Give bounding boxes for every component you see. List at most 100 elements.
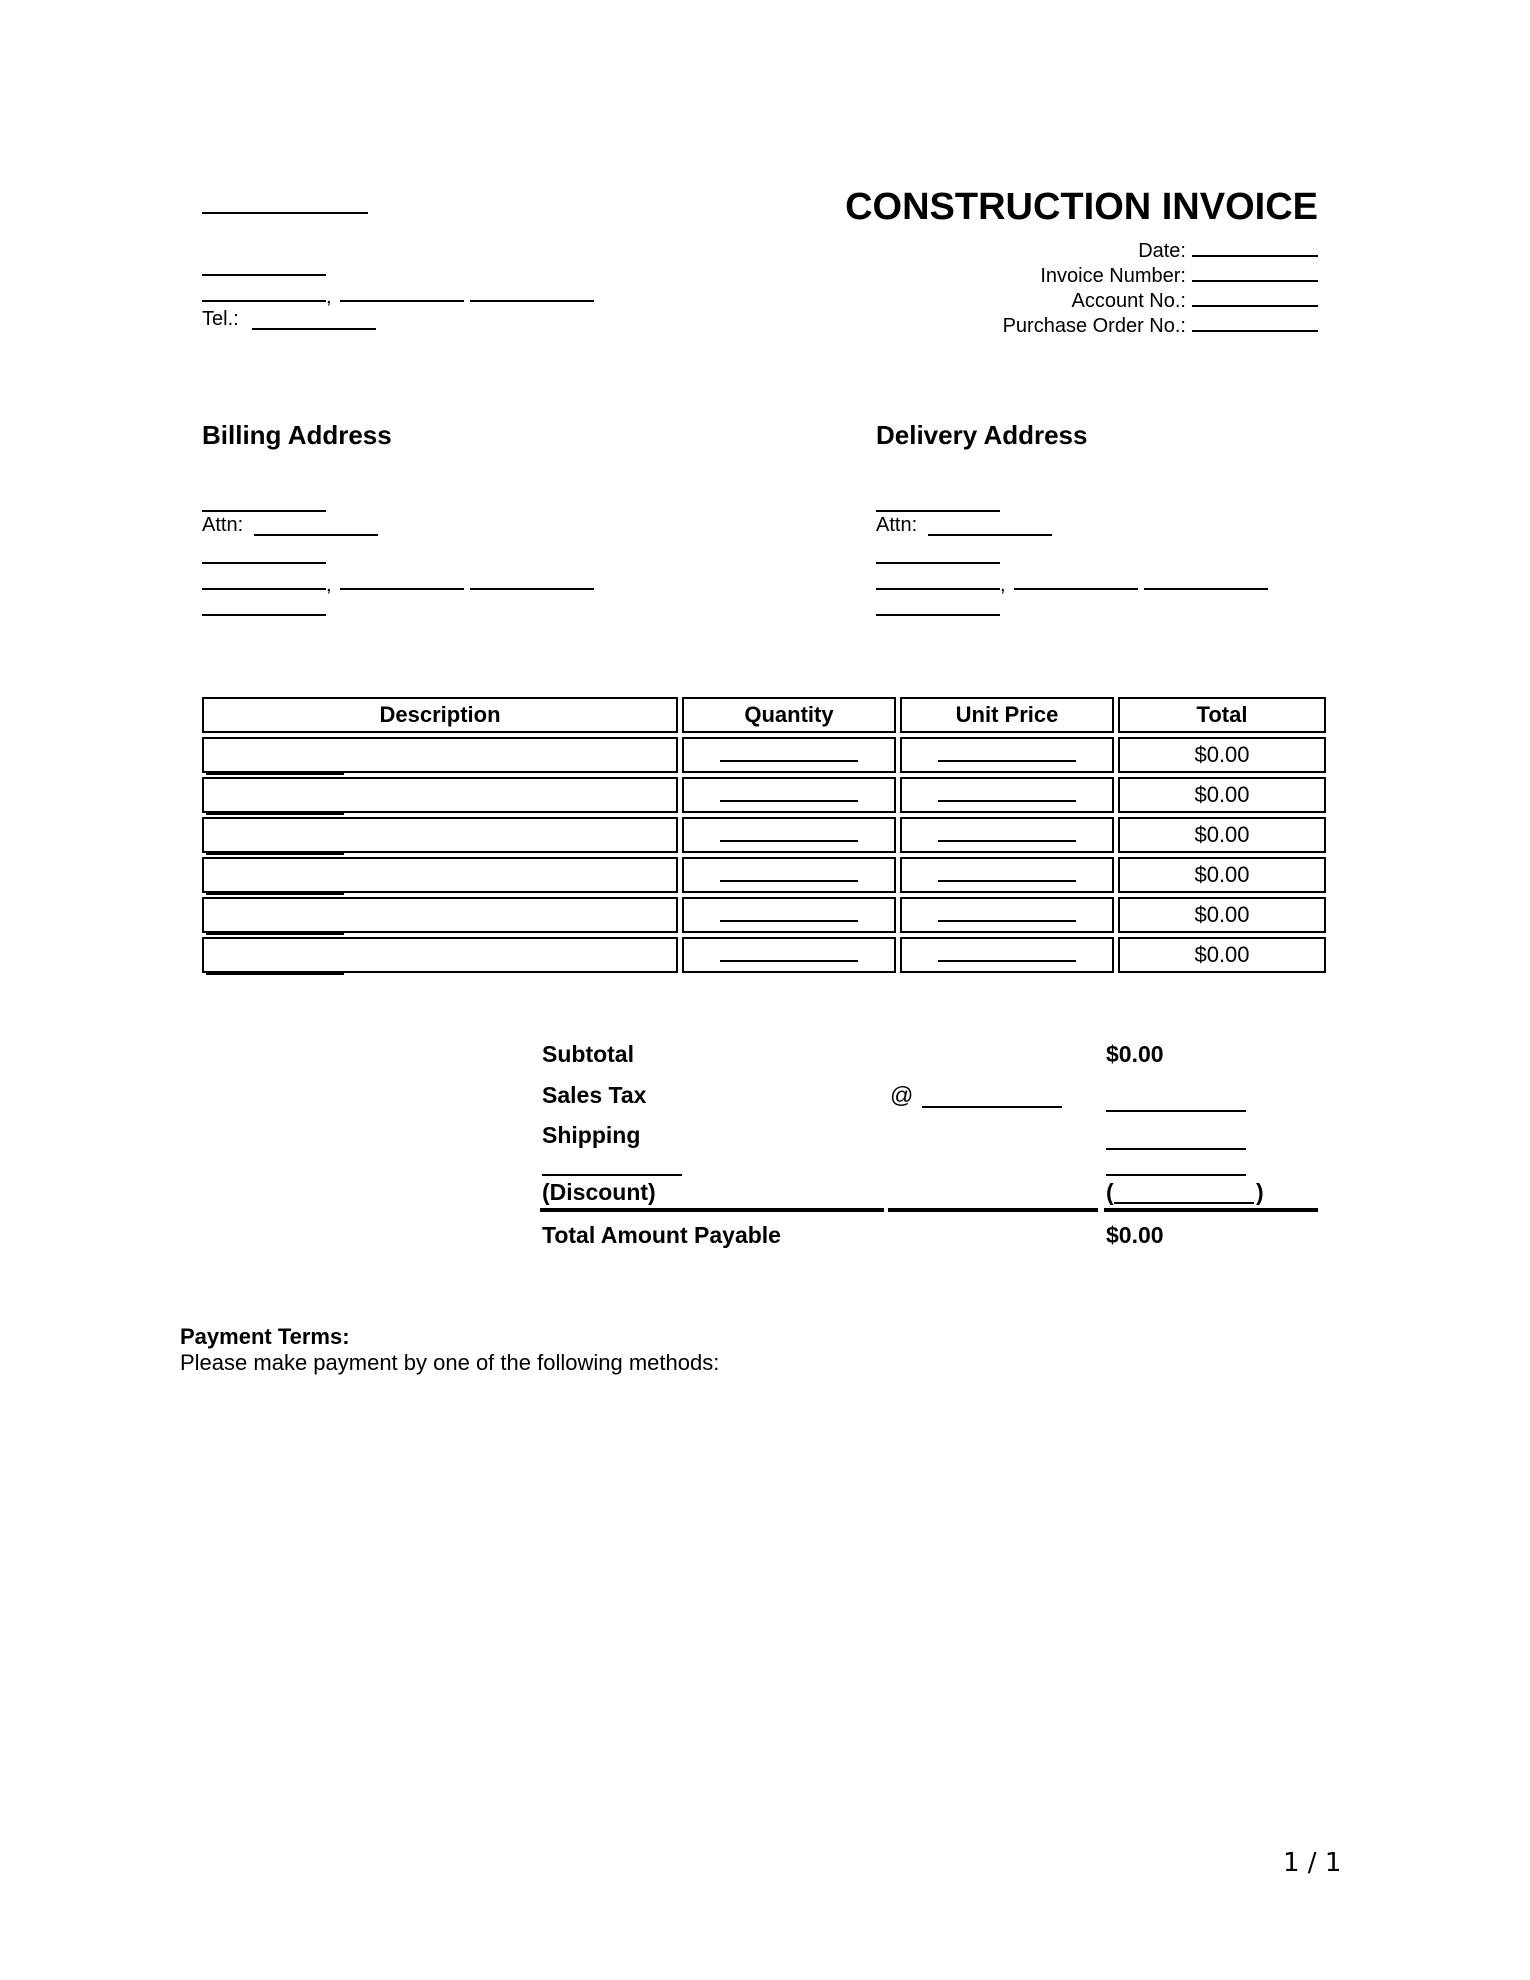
description-input-line[interactable] — [206, 973, 344, 975]
unit-price-input-line[interactable] — [938, 840, 1076, 842]
sales-tax-rate-field[interactable] — [922, 1106, 1062, 1108]
table-row: $0.00 — [202, 937, 1326, 975]
unit-price-input-line[interactable] — [938, 800, 1076, 802]
description-input-line[interactable] — [206, 853, 344, 855]
account-number-row: Account No.: — [1071, 290, 1318, 312]
total-amount-label: Total Amount Payable — [542, 1222, 781, 1248]
header-description: Description — [202, 697, 678, 733]
shipping-amount-field[interactable] — [1106, 1148, 1246, 1150]
page-indicator: 1 / 1 — [1283, 1848, 1342, 1878]
total-cell: $0.00 — [1118, 777, 1326, 813]
street-address-field[interactable] — [202, 274, 326, 276]
state-field[interactable] — [340, 300, 464, 302]
quantity-input-line[interactable] — [720, 880, 858, 882]
invoice-title: CONSTRUCTION INVOICE — [845, 186, 1318, 228]
unit-price-cell[interactable] — [900, 737, 1114, 773]
billing-street-field[interactable] — [202, 562, 326, 564]
billing-city-field[interactable] — [202, 588, 326, 590]
unit-price-cell[interactable] — [900, 857, 1114, 893]
quantity-input-line[interactable] — [720, 760, 858, 762]
delivery-address-heading: Delivery Address — [876, 420, 1088, 450]
quantity-cell[interactable] — [682, 737, 896, 773]
quantity-cell[interactable] — [682, 937, 896, 973]
date-label: Date: — [1138, 240, 1186, 262]
city-field[interactable] — [202, 300, 326, 302]
description-input-line[interactable] — [206, 813, 344, 815]
unit-price-input-line[interactable] — [938, 960, 1076, 962]
table-row: $0.00 — [202, 737, 1326, 775]
total-cell: $0.00 — [1118, 857, 1326, 893]
sales-tax-at: @ — [890, 1082, 914, 1108]
description-cell[interactable] — [202, 937, 678, 975]
account-number-field[interactable] — [1192, 305, 1318, 307]
quantity-input-line[interactable] — [720, 840, 858, 842]
delivery-comma: , — [1000, 574, 1006, 596]
unit-price-cell[interactable] — [900, 777, 1114, 813]
unit-price-cell[interactable] — [900, 897, 1114, 933]
other-charge-amount-field[interactable] — [1106, 1174, 1246, 1176]
discount-amount-field[interactable] — [1114, 1202, 1254, 1204]
delivery-city-field[interactable] — [876, 588, 1000, 590]
description-cell[interactable] — [202, 857, 678, 895]
billing-country-field[interactable] — [202, 614, 326, 616]
total-cell: $0.00 — [1118, 737, 1326, 773]
date-field[interactable] — [1192, 255, 1318, 257]
billing-attn-field[interactable] — [254, 534, 378, 536]
total-cell: $0.00 — [1118, 897, 1326, 933]
billing-state-field[interactable] — [340, 588, 464, 590]
total-cell: $0.00 — [1118, 817, 1326, 853]
zip-field[interactable] — [470, 300, 594, 302]
table-row: $0.00 — [202, 817, 1326, 855]
discount-close-paren: ) — [1256, 1179, 1264, 1205]
tel-label: Tel.: — [202, 308, 239, 330]
total-amount-value: $0.00 — [1106, 1222, 1164, 1248]
billing-name-field[interactable] — [202, 510, 326, 512]
quantity-cell[interactable] — [682, 897, 896, 933]
unit-price-cell[interactable] — [900, 937, 1114, 973]
description-input-line[interactable] — [206, 893, 344, 895]
billing-zip-field[interactable] — [470, 588, 594, 590]
company-name-field[interactable] — [202, 212, 368, 214]
discount-open-paren: ( — [1106, 1179, 1114, 1205]
subtotal-value: $0.00 — [1106, 1041, 1164, 1067]
description-cell[interactable] — [202, 817, 678, 855]
quantity-cell[interactable] — [682, 857, 896, 893]
quantity-input-line[interactable] — [720, 920, 858, 922]
quantity-cell[interactable] — [682, 777, 896, 813]
unit-price-input-line[interactable] — [938, 880, 1076, 882]
sales-tax-amount-field[interactable] — [1106, 1110, 1246, 1112]
purchase-order-row: Purchase Order No.: — [1003, 315, 1318, 337]
quantity-cell[interactable] — [682, 817, 896, 853]
total-rule-middle — [888, 1208, 1098, 1212]
delivery-attn-field[interactable] — [928, 534, 1052, 536]
description-input-line[interactable] — [206, 773, 344, 775]
tel-field[interactable] — [252, 328, 376, 330]
delivery-name-field[interactable] — [876, 510, 1000, 512]
table-row: $0.00 — [202, 857, 1326, 895]
discount-label: (Discount) — [542, 1179, 656, 1205]
invoice-number-field[interactable] — [1192, 280, 1318, 282]
description-cell[interactable] — [202, 737, 678, 775]
delivery-country-field[interactable] — [876, 614, 1000, 616]
sales-tax-label: Sales Tax — [542, 1082, 647, 1108]
other-charge-label-field[interactable] — [542, 1174, 682, 1176]
billing-comma: , — [326, 574, 332, 596]
purchase-order-field[interactable] — [1192, 330, 1318, 332]
unit-price-cell[interactable] — [900, 817, 1114, 853]
description-input-line[interactable] — [206, 933, 344, 935]
quantity-input-line[interactable] — [720, 960, 858, 962]
delivery-state-field[interactable] — [1014, 588, 1138, 590]
invoice-meta: Date: Invoice Number: Account No.: Purch… — [918, 240, 1318, 340]
total-cell: $0.00 — [1118, 937, 1326, 973]
unit-price-input-line[interactable] — [938, 920, 1076, 922]
description-cell[interactable] — [202, 897, 678, 935]
total-rule-left — [540, 1208, 884, 1212]
payment-terms-text: Please make payment by one of the follow… — [180, 1350, 720, 1375]
table-row: $0.00 — [202, 897, 1326, 935]
delivery-street-field[interactable] — [876, 562, 1000, 564]
total-rule-right — [1104, 1208, 1318, 1212]
delivery-zip-field[interactable] — [1144, 588, 1268, 590]
description-cell[interactable] — [202, 777, 678, 815]
quantity-input-line[interactable] — [720, 800, 858, 802]
unit-price-input-line[interactable] — [938, 760, 1076, 762]
